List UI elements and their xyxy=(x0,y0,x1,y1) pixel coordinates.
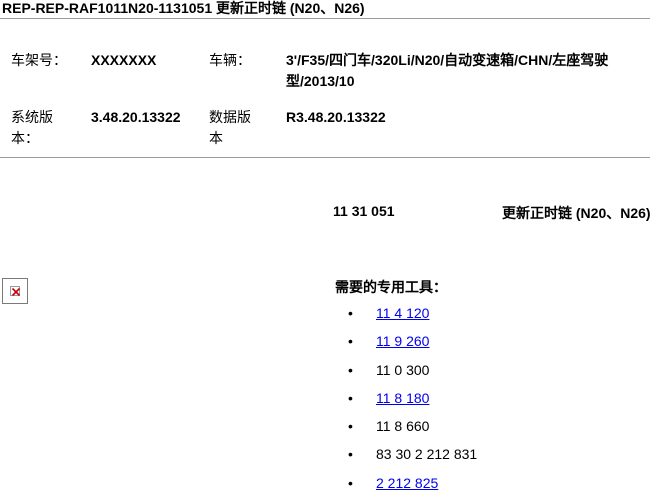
operation-title: 更新正时链 (N20、N26) xyxy=(502,205,650,221)
bullet-icon: • xyxy=(348,446,353,463)
document-title: REP-REP-RAF1011N20-1131051 更新正时链 (N20、N2… xyxy=(2,0,365,16)
document-page: REP-REP-RAF1011N20-1131051 更新正时链 (N20、N2… xyxy=(0,0,650,499)
chassis-value: XXXXXXX xyxy=(91,52,157,68)
broken-image-icon xyxy=(2,278,28,304)
tool-link[interactable]: 11 4 120 xyxy=(376,303,429,323)
vehicle-value: 3'/F35/四门车/320Li/N20/自动变速箱/CHN/左座驾驶型/201… xyxy=(286,52,609,89)
tool-number: 83 30 2 212 831 xyxy=(376,446,478,463)
system-version-value: 3.48.20.13322 xyxy=(91,109,181,125)
data-version-label: 数据版本 xyxy=(209,109,251,146)
bullet-icon: • xyxy=(348,389,353,406)
special-tools-heading: 需要的专用工具： xyxy=(335,279,447,295)
system-version-label: 系统版本： xyxy=(11,109,53,146)
vehicle-label: 车辆： xyxy=(209,52,251,68)
document-header: REP-REP-RAF1011N20-1131051 更新正时链 (N20、N2… xyxy=(0,0,650,19)
bullet-icon: • xyxy=(348,333,353,350)
operation-number: 11 31 051 xyxy=(333,203,395,219)
section-divider xyxy=(0,157,650,158)
bullet-icon: • xyxy=(348,305,353,321)
tool-number: 11 0 300 xyxy=(376,361,430,378)
tool-link[interactable]: 11 9 260 xyxy=(376,331,429,351)
tool-link[interactable]: 2 212 825 xyxy=(376,473,438,493)
tool-link[interactable]: 11 8 180 xyxy=(376,388,429,408)
tool-number: 11 8 660 xyxy=(376,418,430,435)
bullet-icon: • xyxy=(348,361,353,378)
data-version-value: R3.48.20.13322 xyxy=(286,109,386,125)
bullet-icon: • xyxy=(348,418,353,435)
bullet-icon: • xyxy=(348,474,353,491)
chassis-label: 车架号： xyxy=(11,52,67,68)
